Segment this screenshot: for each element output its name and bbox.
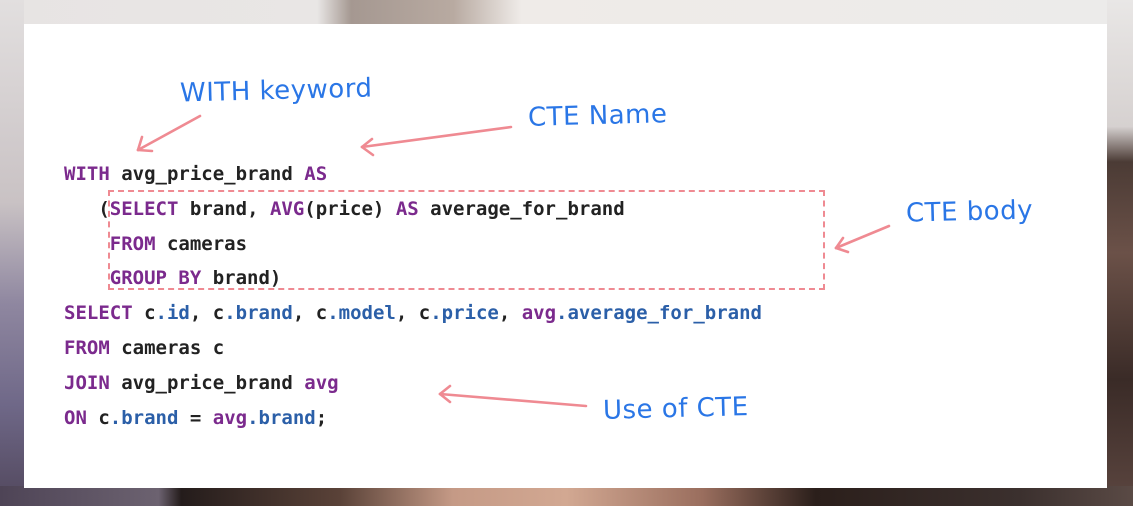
- arrow-cte-body: [834, 224, 891, 254]
- arrow-with-keyword: [136, 114, 202, 153]
- arrow-use-of-cte: [438, 384, 588, 408]
- annotation-arrows: [136, 114, 891, 408]
- arrow-cte-name: [360, 125, 513, 157]
